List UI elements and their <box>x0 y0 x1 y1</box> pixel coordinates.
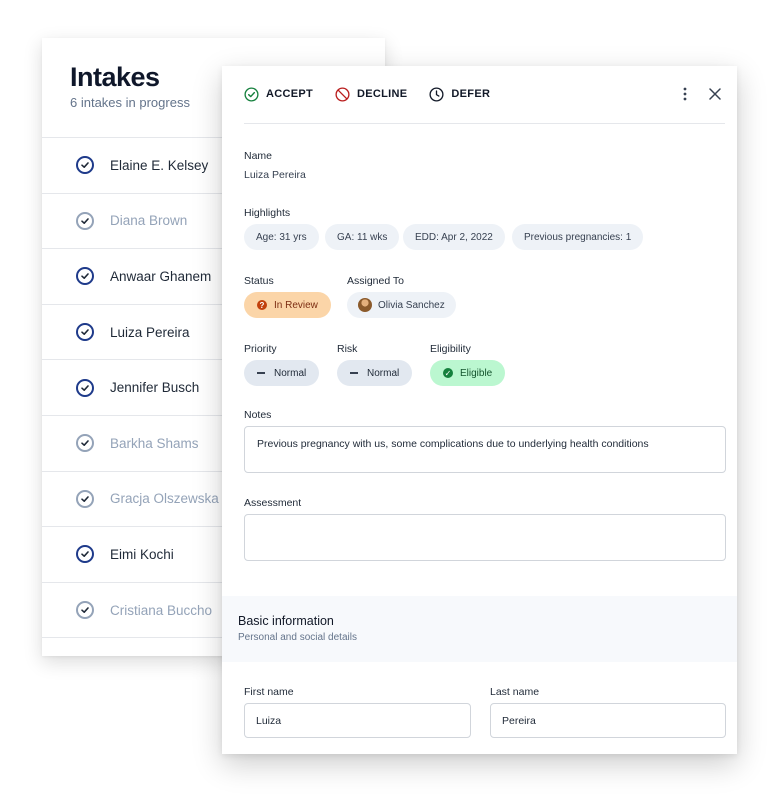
question-circle-icon: ? <box>257 300 267 310</box>
action-toolbar: ACCEPT DECLINE DEFER <box>244 84 725 104</box>
check-circle-icon: ✓ <box>443 368 453 378</box>
highlights-label: Highlights <box>244 207 291 219</box>
check-circle-icon <box>76 489 94 508</box>
intake-name: Eimi Kochi <box>110 546 174 562</box>
check-circle-icon <box>76 378 94 397</box>
decline-label: DECLINE <box>357 88 408 100</box>
eligibility-value: Eligible <box>460 367 493 379</box>
dash-icon <box>257 372 265 374</box>
clock-icon <box>429 86 444 102</box>
check-circle-icon <box>76 545 94 564</box>
notes-field[interactable]: Previous pregnancy with us, some complic… <box>244 426 726 473</box>
accept-label: ACCEPT <box>266 88 314 100</box>
intake-name: Elaine E. Kelsey <box>110 157 209 173</box>
check-circle-icon <box>76 323 94 342</box>
risk-select[interactable]: Normal <box>337 360 413 386</box>
intake-name: Diana Brown <box>110 213 188 229</box>
more-vertical-icon[interactable] <box>675 84 695 104</box>
intake-detail-panel: ACCEPT DECLINE DEFER Name Luiza Pereira … <box>222 66 737 754</box>
notes-label: Notes <box>244 409 272 421</box>
check-circle-icon <box>76 601 94 620</box>
name-value: Luiza Pereira <box>244 169 306 181</box>
dash-icon <box>350 372 358 374</box>
eligibility-label: Eligibility <box>430 343 471 355</box>
intake-name: Cristiana Buccho <box>110 602 213 618</box>
eligibility-badge[interactable]: ✓ Eligible <box>430 360 506 386</box>
assessment-field[interactable] <box>244 514 726 561</box>
decline-button[interactable]: DECLINE <box>335 86 408 102</box>
defer-label: DEFER <box>451 88 491 100</box>
intake-name: Anwaar Ghanem <box>110 268 212 284</box>
intake-name: Jennifer Busch <box>110 380 200 396</box>
check-circle-icon <box>244 86 259 102</box>
intake-name: Barkha Shams <box>110 435 199 451</box>
status-value: In Review <box>274 299 318 311</box>
accept-button[interactable]: ACCEPT <box>244 86 314 102</box>
intake-name: Gracja Olszewska <box>110 491 219 507</box>
first-name-field[interactable]: Luiza <box>244 703 471 738</box>
status-badge[interactable]: ? In Review <box>244 292 331 318</box>
highlight-chip-ga: GA: 11 wks <box>325 224 400 250</box>
highlight-chip-age: Age: 31 yrs <box>244 224 319 250</box>
check-circle-icon <box>76 434 94 453</box>
priority-select[interactable]: Normal <box>244 360 320 386</box>
toolbar-divider <box>244 123 725 124</box>
assigned-label: Assigned To <box>347 275 405 287</box>
last-name-label: Last name <box>490 686 540 698</box>
status-label: Status <box>244 275 274 287</box>
name-label: Name <box>244 150 273 162</box>
highlight-chip-pregnancies: Previous pregnancies: 1 <box>512 224 644 250</box>
priority-value: Normal <box>274 367 307 379</box>
risk-value: Normal <box>367 367 400 379</box>
basic-info-section: Basic information Personal and social de… <box>222 596 737 662</box>
check-circle-icon <box>76 211 94 230</box>
defer-button[interactable]: DEFER <box>429 86 491 102</box>
section-title: Basic information <box>238 614 334 628</box>
avatar <box>358 298 372 312</box>
priority-label: Priority <box>244 343 277 355</box>
intake-name: Luiza Pereira <box>110 324 190 340</box>
prohibited-icon <box>335 86 350 102</box>
highlight-chip-edd: EDD: Apr 2, 2022 <box>403 224 505 250</box>
assignee-name: Olivia Sanchez <box>378 299 445 311</box>
risk-label: Risk <box>337 343 358 355</box>
assignee-chip[interactable]: Olivia Sanchez <box>347 292 456 318</box>
check-circle-icon <box>76 267 94 286</box>
first-name-label: First name <box>244 686 294 698</box>
last-name-field[interactable]: Pereira <box>490 703 726 738</box>
check-circle-icon <box>76 156 94 175</box>
assessment-label: Assessment <box>244 497 302 509</box>
section-subtitle: Personal and social details <box>238 632 357 643</box>
close-icon[interactable] <box>705 84 725 104</box>
